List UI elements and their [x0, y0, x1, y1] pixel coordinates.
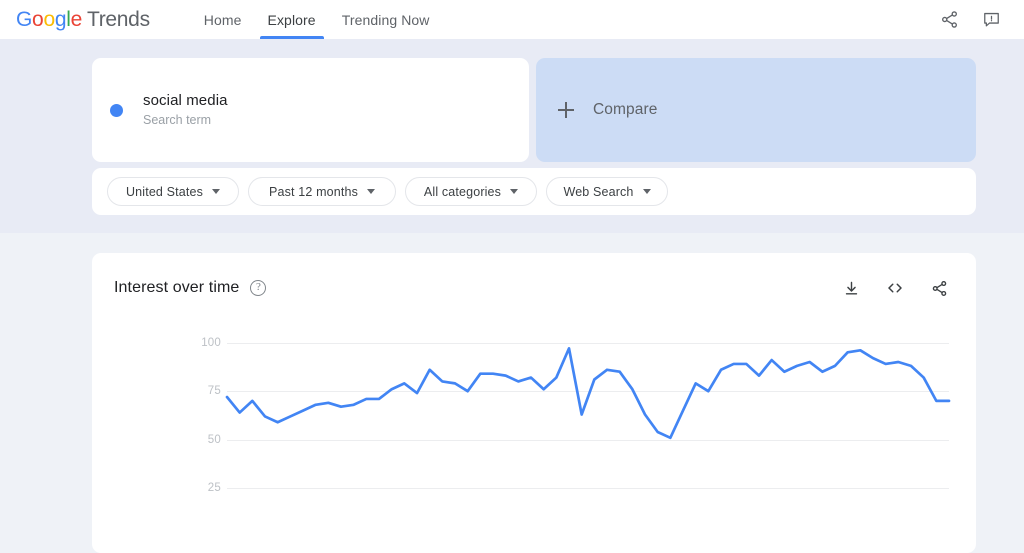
trends-wordmark: Trends: [86, 7, 150, 31]
chevron-down-icon: [510, 189, 519, 194]
nav-tab-home-label: Home: [203, 11, 242, 28]
filter-search-type-label: Web Search: [563, 184, 634, 199]
chart-title: Interest over time: [114, 279, 240, 296]
share-icon[interactable]: [926, 275, 952, 301]
nav-tab-home[interactable]: Home: [191, 0, 255, 39]
filter-category-dropdown[interactable]: All categories: [405, 177, 537, 206]
search-term-card[interactable]: social media Search term: [92, 58, 529, 162]
plus-icon: [558, 102, 574, 118]
nav-tab-trending-now[interactable]: Trending Now: [329, 0, 443, 39]
search-term-text: social media Search term: [143, 91, 228, 129]
filter-bar: United States Past 12 months All categor…: [92, 168, 976, 215]
series-color-dot: [110, 103, 123, 117]
filter-location-label: United States: [126, 184, 203, 199]
chevron-down-icon: [366, 189, 375, 194]
top-navigation-bar: Google Trends Home Explore Trending Now: [0, 0, 1024, 39]
chevron-down-icon: [212, 189, 220, 194]
download-icon[interactable]: [838, 275, 864, 301]
filter-time-range-dropdown[interactable]: Past 12 months: [248, 177, 396, 206]
interest-over-time-card: Interest over time ? 25 50 75 100: [92, 253, 976, 553]
chart-header: Interest over time ?: [92, 253, 976, 301]
chart-plot-area: 25 50 75 100: [92, 327, 976, 537]
nav-tab-explore[interactable]: Explore: [255, 0, 329, 39]
google-wordmark: Google: [16, 7, 82, 31]
filter-time-range-label: Past 12 months: [269, 184, 358, 199]
nav-tab-trending-now-label: Trending Now: [341, 11, 430, 28]
compare-card[interactable]: Compare: [536, 58, 976, 162]
nav-tab-explore-label: Explore: [267, 11, 316, 28]
embed-icon[interactable]: [882, 275, 908, 301]
share-icon[interactable]: [936, 7, 962, 33]
main-navigation-tabs: Home Explore Trending Now: [191, 0, 443, 39]
chart-actions: [838, 275, 952, 301]
filter-category-label: All categories: [423, 184, 502, 199]
compare-label: Compare: [593, 101, 658, 118]
filter-search-type-dropdown[interactable]: Web Search: [546, 177, 668, 206]
chevron-down-icon: [642, 189, 651, 194]
search-term-name: social media: [143, 92, 228, 109]
google-trends-logo[interactable]: Google Trends: [16, 8, 150, 32]
filter-location-dropdown[interactable]: United States: [107, 177, 239, 206]
trend-line-chart[interactable]: [92, 327, 976, 537]
top-bar-actions: [936, 7, 1004, 33]
search-terms-row: social media Search term Compare: [92, 58, 976, 162]
help-icon[interactable]: ?: [250, 280, 267, 296]
feedback-icon[interactable]: [978, 7, 1004, 33]
trend-line-path: [225, 347, 951, 440]
search-term-type: Search term: [143, 113, 212, 127]
